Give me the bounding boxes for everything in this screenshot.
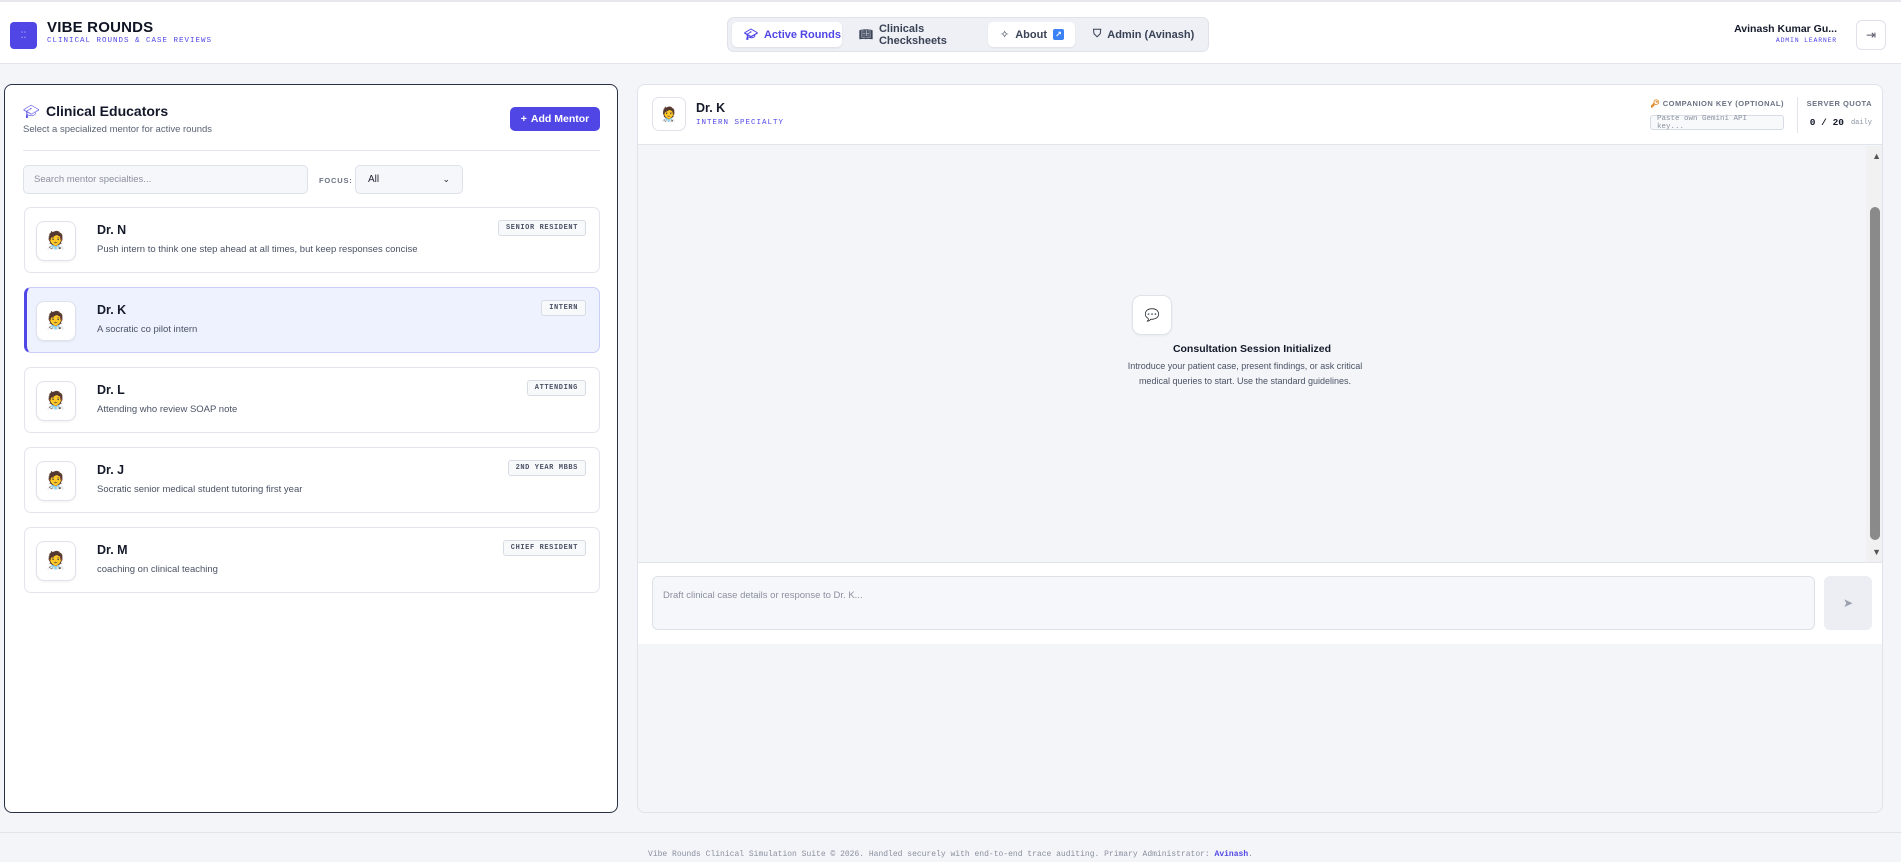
active-mentor-specialty: INTERN SPECIALTY: [696, 119, 785, 127]
message-composer: Draft clinical case details or response …: [638, 562, 1882, 644]
footer-admin-link[interactable]: Avinash: [1215, 850, 1249, 859]
avatar: 🧑‍⚕️: [36, 461, 76, 501]
mentor-badge: CHIEF RESIDENT: [502, 540, 586, 556]
logout-button[interactable]: ⇥: [1856, 20, 1886, 50]
tab-active-rounds[interactable]: 🎓︎ Active Rounds: [732, 22, 842, 47]
chat-bubble-icon: 💬: [1132, 295, 1172, 335]
shield-icon: ⛉: [1093, 28, 1102, 40]
mentor-description: Socratic senior medical student tutoring…: [97, 484, 303, 495]
server-quota-label: SERVER QUOTA: [1806, 99, 1872, 108]
footer-end: .: [1248, 850, 1253, 859]
mentor-description: A socratic co pilot intern: [97, 324, 198, 335]
panel-title: Clinical Educators: [46, 103, 169, 119]
mentor-card-dr-n[interactable]: 🧑‍⚕️ Dr. N Push intern to think one step…: [24, 207, 600, 273]
graduation-cap-icon: 🎓︎: [23, 104, 40, 119]
mentor-name: Dr. M: [97, 543, 128, 557]
mentor-badge: INTERN: [541, 300, 586, 316]
logo-icon[interactable]: ⁚⁚: [10, 22, 37, 49]
mentor-card-dr-m[interactable]: 🧑‍⚕️ Dr. M coaching on clinical teaching…: [24, 527, 600, 593]
chevron-down-icon: ⌄: [442, 174, 450, 184]
send-icon: ➤: [1842, 596, 1854, 610]
avatar: 🧑‍⚕️: [652, 97, 686, 131]
tab-label: About: [1015, 28, 1047, 41]
plus-icon: +: [520, 113, 527, 125]
mentor-name: Dr. L: [97, 383, 125, 397]
brand-title: VIBE ROUNDS: [47, 19, 154, 36]
active-mentor-name: Dr. K: [696, 101, 726, 115]
avatar: 🧑‍⚕️: [36, 541, 76, 581]
consultation-header: 🧑‍⚕️ Dr. K INTERN SPECIALTY 🔑︎ COMPANION…: [638, 85, 1882, 145]
mentor-badge: 2ND YEAR MBBS: [507, 460, 586, 476]
message-input[interactable]: Draft clinical case details or response …: [652, 576, 1815, 630]
tab-about[interactable]: ✧ About ↗: [988, 22, 1075, 47]
chat-scrollbar[interactable]: ▲ ▼: [1866, 146, 1882, 562]
footer-text: Vibe Rounds Clinical Simulation Suite © …: [0, 850, 1901, 859]
mentors-panel: 🎓︎ Clinical Educators Select a specializ…: [4, 84, 618, 813]
tab-label: Admin (Avinash): [1107, 28, 1195, 41]
server-quota-unit: daily: [1850, 119, 1872, 127]
external-link-icon: ↗: [1052, 29, 1064, 40]
mentor-name: Dr. J: [97, 463, 125, 477]
send-button[interactable]: ➤: [1824, 576, 1872, 630]
user-role: ADMIN LEARNER: [1775, 37, 1837, 44]
mentor-description: Attending who review SOAP note: [97, 404, 238, 415]
mentor-description: coaching on clinical teaching: [97, 564, 218, 575]
companion-key-label-text: COMPANION KEY (OPTIONAL): [1662, 99, 1784, 108]
add-mentor-button[interactable]: + Add Mentor: [510, 107, 600, 131]
scroll-thumb[interactable]: [1870, 207, 1880, 540]
main-nav: 🎓︎ Active Rounds 📖︎ Clinicals Checksheet…: [727, 17, 1209, 52]
mentor-card-dr-k[interactable]: 🧑‍⚕️ Dr. K A socratic co pilot intern IN…: [24, 287, 600, 353]
panel-subtitle: Select a specialized mentor for active r…: [23, 124, 213, 135]
chat-area[interactable]: 💬 Consultation Session Initialized Intro…: [638, 146, 1882, 562]
avatar: 🧑‍⚕️: [36, 221, 76, 261]
focus-value: All: [368, 174, 380, 185]
scroll-down-icon[interactable]: ▼: [1872, 547, 1881, 557]
scroll-up-icon[interactable]: ▲: [1872, 151, 1881, 161]
tab-label: Clinicals Checksheets: [878, 22, 947, 47]
avatar: 🧑‍⚕️: [36, 381, 76, 421]
tab-label: Active Rounds: [763, 28, 841, 41]
add-mentor-label: Add Mentor: [530, 113, 590, 125]
mentor-card-dr-l[interactable]: 🧑‍⚕️ Dr. L Attending who review SOAP not…: [24, 367, 600, 433]
app-header: ⁚⁚ VIBE ROUNDS CLINICAL ROUNDS & CASE RE…: [0, 0, 1901, 64]
mentor-name: Dr. K: [97, 303, 127, 317]
avatar: 🧑‍⚕️: [36, 301, 76, 341]
app-footer: Vibe Rounds Clinical Simulation Suite © …: [0, 832, 1901, 862]
mentor-search-input[interactable]: Search mentor specialties...: [23, 165, 308, 194]
consultation-panel: 🧑‍⚕️ Dr. K INTERN SPECIALTY 🔑︎ COMPANION…: [637, 84, 1883, 813]
mentor-name: Dr. N: [97, 223, 127, 237]
mentor-badge: ATTENDING: [526, 380, 586, 396]
brand-subtitle: CLINICAL ROUNDS & CASE REVIEWS: [47, 37, 213, 45]
tab-admin[interactable]: ⛉ Admin (Avinash): [1081, 22, 1205, 47]
mentor-badge: SENIOR RESIDENT: [497, 220, 586, 236]
book-open-icon: 📖︎: [859, 29, 873, 41]
footer-copy: Vibe Rounds Clinical Simulation Suite © …: [648, 850, 1215, 859]
empty-state-subtitle: Introduce your patient case, present fin…: [1127, 361, 1363, 386]
user-name: Avinash Kumar Gu...: [1734, 23, 1837, 35]
graduation-cap-icon: 🎓︎: [744, 29, 758, 41]
focus-label: FOCUS:: [319, 176, 353, 185]
focus-select[interactable]: All ⌄: [355, 165, 463, 194]
empty-state-title: Consultation Session Initialized: [1172, 343, 1332, 355]
logout-icon: ⇥: [1865, 28, 1877, 42]
divider: [23, 150, 600, 151]
companion-key-input[interactable]: Paste own Gemini API key...: [1650, 115, 1784, 131]
server-quota-value: 0 / 20: [1809, 117, 1844, 128]
sparkles-icon: ✧: [1000, 29, 1010, 41]
divider: [1797, 97, 1798, 133]
key-icon: 🔑︎: [1650, 99, 1661, 108]
tab-clinicals-checksheets[interactable]: 📖︎ Clinicals Checksheets: [847, 22, 982, 47]
mentor-description: Push intern to think one step ahead at a…: [97, 244, 418, 255]
mentor-card-dr-j[interactable]: 🧑‍⚕️ Dr. J Socratic senior medical stude…: [24, 447, 600, 513]
companion-key-label: 🔑︎ COMPANION KEY (OPTIONAL): [1650, 99, 1784, 108]
